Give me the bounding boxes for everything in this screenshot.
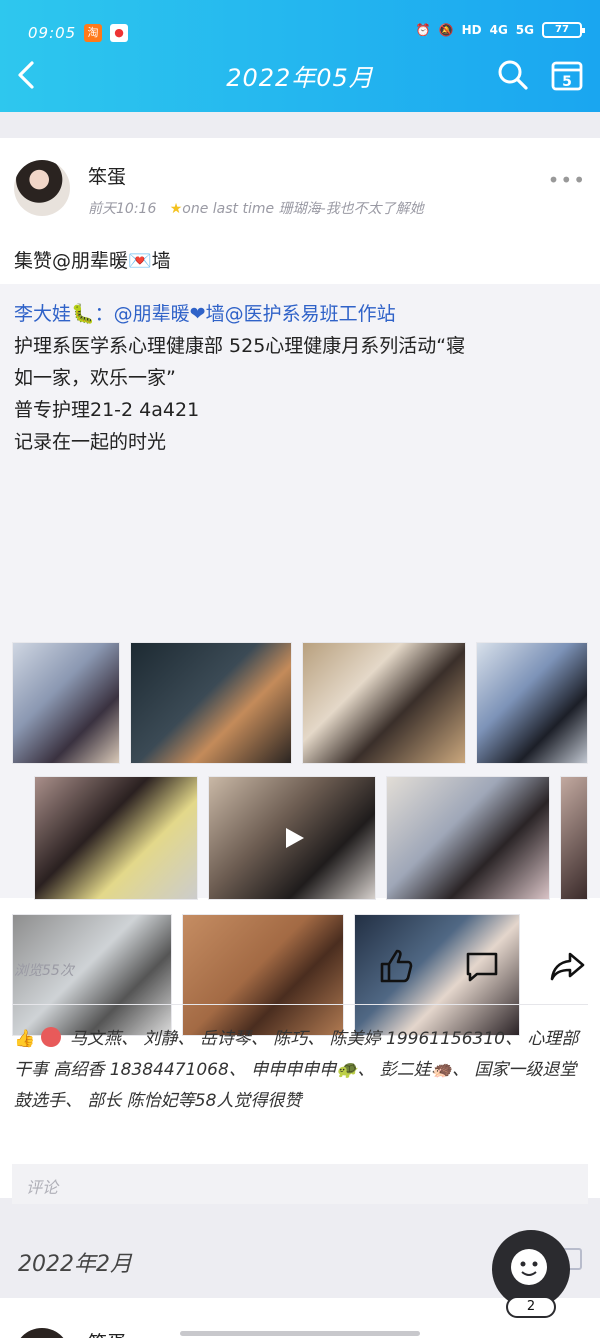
thumbs-up-icon: 👍 (14, 1029, 36, 1049)
post-card: 笨蛋 前天10:16 ★one last time 珊瑚海-我也不太了解她 ••… (0, 138, 600, 1204)
post-music[interactable]: one last time 珊瑚海-我也不太了解她 (182, 201, 423, 217)
quote-line: 如一家，欢乐一家” (14, 367, 176, 389)
alarm-icon: ⏰ (415, 23, 431, 37)
quote-line: 普专护理21-2 4a421 (14, 399, 200, 421)
post-author[interactable]: 笨蛋 (88, 162, 126, 189)
svg-text:5: 5 (562, 74, 572, 90)
quote-line: 记录在一起的时光 (14, 431, 167, 453)
like-icon[interactable] (376, 946, 416, 986)
assistant-badge: 2 (506, 1296, 556, 1318)
search-icon[interactable] (496, 58, 530, 92)
signal-4g: 4G (489, 23, 508, 37)
status-icons: ⏰ 🔕 HD 4G 5G 77 (415, 22, 585, 38)
photo[interactable] (34, 776, 198, 900)
play-icon[interactable] (275, 821, 309, 855)
signal-5g: 5G (515, 23, 534, 37)
calendar-icon[interactable]: 5 (550, 58, 584, 92)
nav-bar: 2022年05月 5 (0, 52, 600, 98)
share-icon[interactable] (548, 946, 588, 986)
app-header: 09:05 淘 ● ⏰ 🔕 HD 4G 5G 77 2022年05月 5 (0, 0, 600, 112)
view-count: 浏览55次 (14, 963, 74, 979)
comment-input[interactable]: 评论 (12, 1164, 588, 1204)
battery-icon: 77 (542, 22, 585, 38)
photo[interactable] (386, 776, 550, 900)
liker-avatar[interactable] (40, 1027, 61, 1047)
hd-label: HD (461, 23, 482, 37)
avatar[interactable] (14, 1328, 70, 1338)
photo[interactable] (12, 642, 120, 764)
home-indicator[interactable] (180, 1331, 420, 1336)
photo[interactable] (302, 642, 466, 764)
post-time: 前天10:16 (88, 201, 157, 217)
photo[interactable] (182, 914, 344, 1036)
mute-icon: 🔕 (438, 23, 454, 37)
quoted-text: 李大娃🐛：@朋辈暖❤墙@医护系易班工作站 护理系医学系心理健康部 525心理健康… (14, 298, 586, 458)
photo[interactable] (560, 776, 588, 900)
repost-text: 集赞@朋辈暖💌墙 (14, 250, 171, 272)
video-thumbnail[interactable] (208, 776, 376, 900)
photo[interactable] (476, 642, 588, 764)
comment-icon[interactable] (462, 946, 502, 986)
status-time: 09:05 (28, 24, 77, 42)
post-meta: 前天10:16 ★one last time 珊瑚海-我也不太了解她 (88, 198, 424, 218)
likes-names[interactable]: 马文燕、 刘静、 岳诗琴、 陈巧、 陈美婷 19961156310、 心理部干事… (14, 1029, 578, 1111)
status-bar: 09:05 淘 ● ⏰ 🔕 HD 4G 5G 77 (0, 22, 600, 48)
avatar[interactable] (14, 160, 70, 216)
quote-line: 护理系医学系心理健康部 525心理健康月系列活动“寝 (14, 335, 466, 357)
quoted-post[interactable]: 李大娃🐛：@朋辈暖❤墙@医护系易班工作站 护理系医学系心理健康部 525心理健康… (0, 284, 600, 1036)
likes-list: 👍 马文燕、 刘静、 岳诗琴、 陈巧、 陈美婷 19961156310、 心理部… (14, 1024, 586, 1117)
photo[interactable] (130, 642, 292, 764)
divider (12, 1004, 588, 1005)
taobao-icon: 淘 (84, 24, 102, 42)
map-pin-icon: ● (110, 24, 128, 42)
more-icon[interactable]: ••• (548, 168, 586, 192)
star-icon: ★ (169, 201, 183, 217)
post-author[interactable]: 笨蛋 (88, 1328, 126, 1338)
section-date: 2022年2月 (18, 1252, 132, 1277)
quote-line: 李大娃🐛：@朋辈暖❤墙@医护系易班工作站 (14, 303, 396, 325)
